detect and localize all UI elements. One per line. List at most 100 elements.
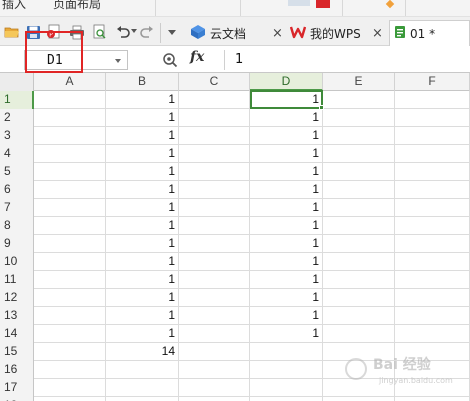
row-header[interactable]: 10 xyxy=(0,253,34,271)
cell-a16[interactable] xyxy=(34,361,106,379)
cell-d10[interactable]: 1 xyxy=(250,253,323,271)
more-dropdown-icon[interactable] xyxy=(168,30,176,35)
cell-e9[interactable] xyxy=(323,235,395,253)
search-function-icon[interactable] xyxy=(162,52,178,68)
cell-b15[interactable]: 14 xyxy=(106,343,179,361)
cell-a6[interactable] xyxy=(34,181,106,199)
cell-c10[interactable] xyxy=(179,253,250,271)
menu-icon-orange[interactable] xyxy=(385,0,395,9)
cell-a9[interactable] xyxy=(34,235,106,253)
cell-a2[interactable] xyxy=(34,109,106,127)
cell-a8[interactable] xyxy=(34,217,106,235)
cell-f13[interactable] xyxy=(395,307,470,325)
cell-b7[interactable]: 1 xyxy=(106,199,179,217)
cell-e3[interactable] xyxy=(323,127,395,145)
cell-c18[interactable] xyxy=(179,397,250,401)
cell-a4[interactable] xyxy=(34,145,106,163)
cell-e2[interactable] xyxy=(323,109,395,127)
cell-e11[interactable] xyxy=(323,271,395,289)
cell-f10[interactable] xyxy=(395,253,470,271)
cell-c17[interactable] xyxy=(179,379,250,397)
cell-f11[interactable] xyxy=(395,271,470,289)
print-icon[interactable] xyxy=(69,24,85,40)
row-header[interactable]: 8 xyxy=(0,217,34,235)
cell-d7[interactable]: 1 xyxy=(250,199,323,217)
row-header[interactable]: 2 xyxy=(0,109,34,127)
cell-b9[interactable]: 1 xyxy=(106,235,179,253)
cell-b8[interactable]: 1 xyxy=(106,217,179,235)
row-header[interactable]: 12 xyxy=(0,289,34,307)
cell-d5[interactable]: 1 xyxy=(250,163,323,181)
cell-e10[interactable] xyxy=(323,253,395,271)
undo-dropdown-icon[interactable] xyxy=(131,29,137,33)
tab-my-wps[interactable]: 我的WPS × xyxy=(289,20,388,46)
column-header-f[interactable]: F xyxy=(395,73,470,91)
row-header[interactable]: 5 xyxy=(0,163,34,181)
cell-f8[interactable] xyxy=(395,217,470,235)
cell-b17[interactable] xyxy=(106,379,179,397)
cell-a18[interactable] xyxy=(34,397,106,401)
row-header[interactable]: 9 xyxy=(0,235,34,253)
cell-c7[interactable] xyxy=(179,199,250,217)
cell-d15[interactable] xyxy=(250,343,323,361)
row-header[interactable]: 7 xyxy=(0,199,34,217)
cell-a7[interactable] xyxy=(34,199,106,217)
row-header[interactable]: 13 xyxy=(0,307,34,325)
cell-b6[interactable]: 1 xyxy=(106,181,179,199)
cell-d18[interactable] xyxy=(250,397,323,401)
cell-d14[interactable]: 1 xyxy=(250,325,323,343)
cell-b5[interactable]: 1 xyxy=(106,163,179,181)
cell-b12[interactable]: 1 xyxy=(106,289,179,307)
tab-document-01[interactable]: 01 * xyxy=(389,20,470,46)
cell-b10[interactable]: 1 xyxy=(106,253,179,271)
cell-e14[interactable] xyxy=(323,325,395,343)
menu-item-page-layout[interactable]: 页面布局 xyxy=(53,0,101,12)
cell-d11[interactable]: 1 xyxy=(250,271,323,289)
column-header-d[interactable]: D xyxy=(250,73,323,91)
cell-b2[interactable]: 1 xyxy=(106,109,179,127)
cell-f18[interactable] xyxy=(395,397,470,401)
cell-a3[interactable] xyxy=(34,127,106,145)
row-header[interactable]: 15 xyxy=(0,343,34,361)
export-pdf-icon[interactable]: P xyxy=(45,24,61,40)
cell-f9[interactable] xyxy=(395,235,470,253)
cell-a11[interactable] xyxy=(34,271,106,289)
cell-c15[interactable] xyxy=(179,343,250,361)
redo-icon[interactable] xyxy=(139,24,155,40)
cell-a1[interactable] xyxy=(34,91,106,109)
cell-b3[interactable]: 1 xyxy=(106,127,179,145)
close-icon[interactable]: × xyxy=(272,26,283,41)
cell-e4[interactable] xyxy=(323,145,395,163)
cell-e5[interactable] xyxy=(323,163,395,181)
cell-c6[interactable] xyxy=(179,181,250,199)
menu-icon-red[interactable] xyxy=(316,0,330,8)
cell-d8[interactable]: 1 xyxy=(250,217,323,235)
row-header[interactable]: 3 xyxy=(0,127,34,145)
print-preview-icon[interactable] xyxy=(91,24,107,40)
cell-e6[interactable] xyxy=(323,181,395,199)
open-folder-icon[interactable] xyxy=(4,24,20,40)
row-header[interactable]: 4 xyxy=(0,145,34,163)
cell-c11[interactable] xyxy=(179,271,250,289)
cell-b18[interactable] xyxy=(106,397,179,401)
cell-e18[interactable] xyxy=(323,397,395,401)
cell-f6[interactable] xyxy=(395,181,470,199)
cell-e8[interactable] xyxy=(323,217,395,235)
name-box[interactable]: D1 xyxy=(24,50,128,70)
insert-function-button[interactable]: fx xyxy=(190,49,204,65)
chevron-down-icon[interactable] xyxy=(115,59,121,63)
cell-c14[interactable] xyxy=(179,325,250,343)
cell-f7[interactable] xyxy=(395,199,470,217)
cell-a15[interactable] xyxy=(34,343,106,361)
cell-d1[interactable]: 1 xyxy=(250,91,323,109)
cell-c2[interactable] xyxy=(179,109,250,127)
cell-b13[interactable]: 1 xyxy=(106,307,179,325)
column-header-b[interactable]: B xyxy=(106,73,179,91)
cell-f2[interactable] xyxy=(395,109,470,127)
cell-a10[interactable] xyxy=(34,253,106,271)
column-header-a[interactable]: A xyxy=(34,73,106,91)
cell-e7[interactable] xyxy=(323,199,395,217)
cell-c5[interactable] xyxy=(179,163,250,181)
cell-d3[interactable]: 1 xyxy=(250,127,323,145)
formula-input[interactable]: 1 xyxy=(224,50,470,70)
